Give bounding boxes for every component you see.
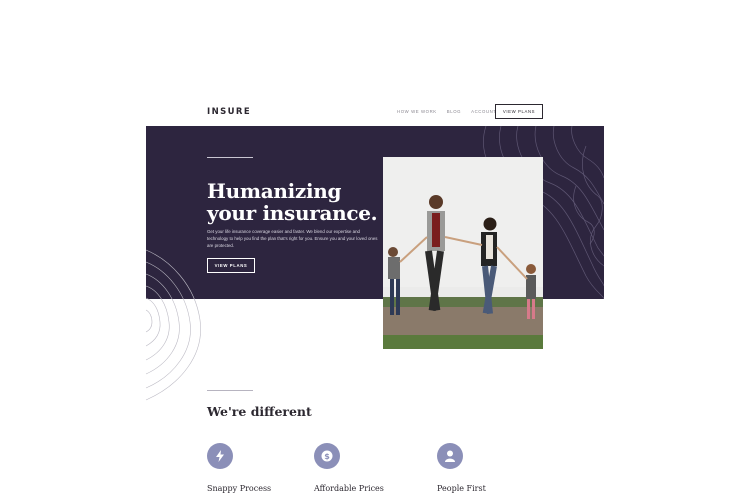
header-view-plans-button[interactable]: VIEW PLANS [495,104,543,119]
person-icon [437,443,463,469]
hero-title: Humanizing your insurance. [207,179,378,225]
feature-title: Snappy Process [207,484,272,493]
main-nav: HOW WE WORK BLOG ACCOUNT [397,104,507,119]
feature-snappy-process: Snappy Process [207,443,271,493]
features-divider [207,390,253,391]
feature-title: Affordable Prices [314,484,384,493]
feature-title: People First [437,484,486,493]
feature-affordable-prices: $ Affordable Prices [314,443,384,493]
nav-link-blog[interactable]: BLOG [447,109,461,114]
feature-people-first: People First [437,443,486,493]
svg-text:$: $ [324,452,330,461]
logo[interactable]: INSURE [207,107,251,117]
features-title: We're different [207,404,312,419]
nav-link-account[interactable]: ACCOUNT [471,109,496,114]
family-illustration [383,157,543,349]
hero-view-plans-button[interactable]: VIEW PLANS [207,258,255,273]
hero-description: Get your life insurance coverage easier … [207,229,378,248]
lightning-icon [207,443,233,469]
hero-family-photo [383,157,543,349]
dollar-icon: $ [314,443,340,469]
nav-link-how-we-work[interactable]: HOW WE WORK [397,109,437,114]
hero-divider [207,157,253,158]
